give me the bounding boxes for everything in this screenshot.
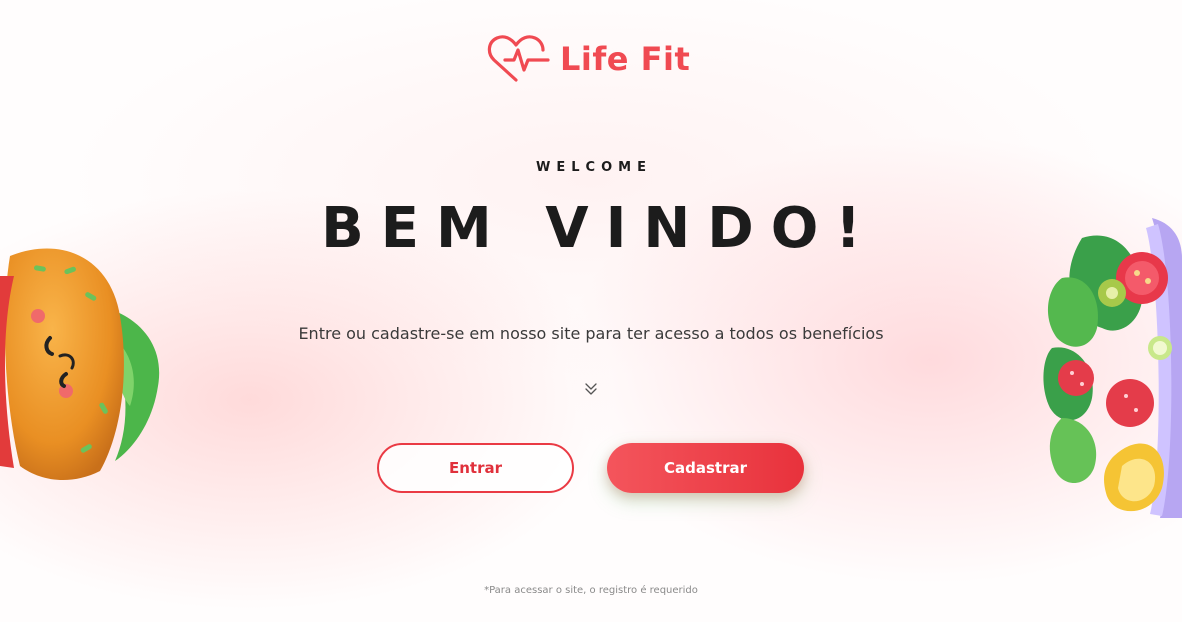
heart-pulse-icon bbox=[486, 34, 552, 84]
double-chevron-down-icon bbox=[584, 380, 598, 398]
brand-name: Life Fit bbox=[560, 40, 691, 78]
signup-button[interactable]: Cadastrar bbox=[607, 443, 804, 493]
registration-note: *Para acessar o site, o registro é reque… bbox=[484, 585, 698, 596]
brand-logo[interactable]: Life Fit bbox=[486, 34, 690, 84]
burger-illustration bbox=[0, 236, 170, 506]
page-subtitle: Entre ou cadastre-se em nosso site para … bbox=[298, 324, 884, 343]
welcome-eyebrow: WELCOME bbox=[536, 160, 652, 175]
login-button[interactable]: Entrar bbox=[377, 443, 574, 493]
salad-bowl-illustration bbox=[1042, 218, 1182, 522]
page-title: BEM VINDO! bbox=[321, 196, 878, 261]
